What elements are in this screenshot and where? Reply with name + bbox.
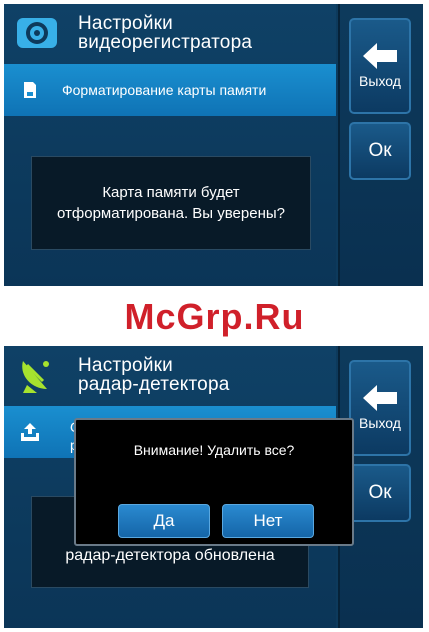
no-label: Нет [253,511,283,530]
dialog-message: Внимание! Удалить все? [133,442,295,458]
video-recorder-settings-screen: Настройки видеорегистратора Форматирован… [4,4,423,286]
camera-icon [14,13,60,53]
header: Настройки радар-детектора [4,346,336,404]
header: Настройки видеорегистратора [4,4,336,62]
page-title-line2: радар-детектора [78,374,230,395]
message-line2: отформатирована. Вы уверены? [57,205,285,222]
format-memory-card-item[interactable]: Форматирование карты памяти [4,64,336,116]
radar-dish-icon [14,355,60,395]
exit-label: Выход [359,73,401,89]
message-line1: Карта памяти будет [102,184,240,201]
background-message-text: радар-детектора обновлена [65,547,275,564]
subbar-label: Форматирование карты памяти [62,82,267,98]
no-button[interactable]: Нет [222,504,314,538]
page-title-line1: Настройки [78,355,173,376]
ok-button[interactable]: Ок [349,122,411,180]
arrow-left-icon [363,43,397,69]
page-title-line2: видеорегистратора [78,32,253,53]
exit-label: Выход [359,415,401,431]
arrow-left-icon [363,385,397,411]
exit-button[interactable]: Выход [349,360,411,456]
sd-card-icon [20,79,40,101]
page-title: Настройки радар-детектора [78,356,229,394]
page-title: Настройки видеорегистратора [78,14,252,52]
main-area: Настройки видеорегистратора Форматирован… [4,4,336,286]
watermark: McGrp.Ru [124,296,305,337]
ok-button[interactable]: Ок [349,464,411,522]
upload-tray-icon [20,421,40,443]
page-title-line1: Настройки [78,13,173,34]
ok-label: Ок [368,140,392,161]
yes-label: Да [153,511,175,530]
radar-detector-settings-screen: Настройки радар-детектора О р радар-дете… [4,346,423,628]
confirm-delete-dialog: Внимание! Удалить все? Да Нет [74,418,354,546]
ok-label: Ок [368,482,392,503]
yes-button[interactable]: Да [118,504,210,538]
exit-button[interactable]: Выход [349,18,411,114]
confirmation-message: Карта памяти будет отформатирована. Вы у… [31,156,311,250]
